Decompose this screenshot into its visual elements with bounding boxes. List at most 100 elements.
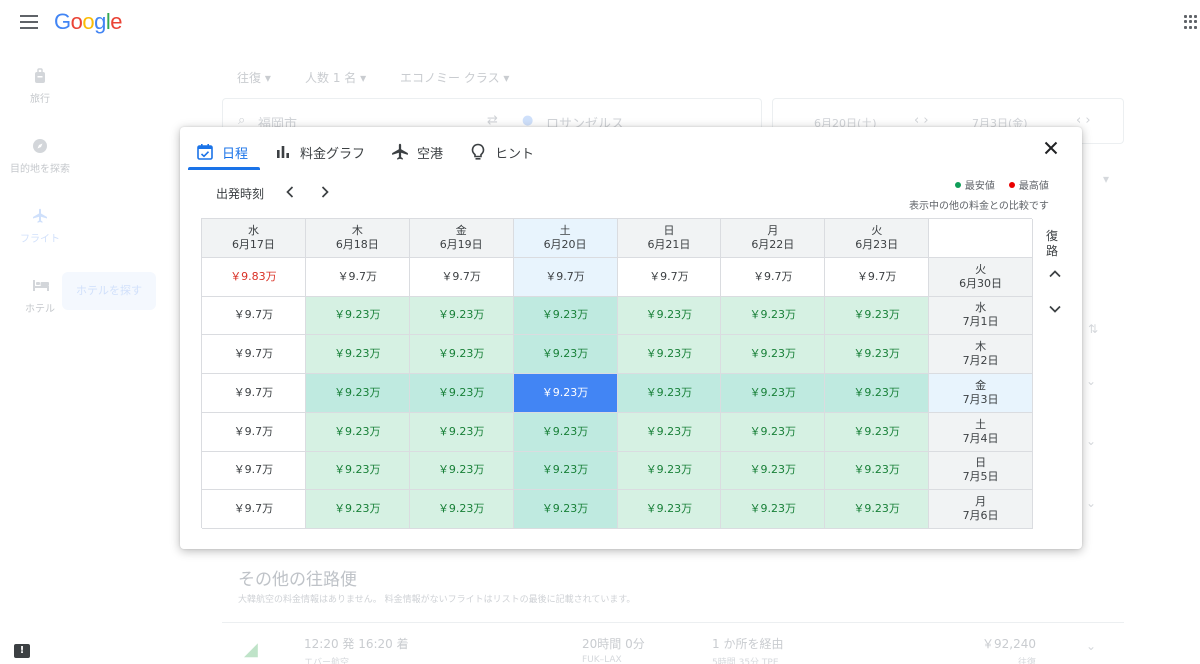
chevron-down-icon[interactable]: ▾ <box>1103 172 1109 186</box>
price-cell[interactable]: ￥9.23万 <box>409 335 514 374</box>
sidebar-item-flights[interactable]: フライト <box>0 208 80 245</box>
price-cell[interactable]: ￥9.23万 <box>721 490 826 529</box>
price-cell[interactable]: ￥9.23万 <box>825 335 930 374</box>
tab-price-graph[interactable]: 料金グラフ <box>266 135 377 169</box>
date-label: 6月30日 <box>959 276 1003 290</box>
price-cell[interactable]: ￥9.23万 <box>305 451 410 491</box>
price-cell[interactable]: ￥9.23万 <box>825 412 930 452</box>
departure-date-header[interactable]: 日 6月21日 <box>617 219 722 258</box>
departure-date-header[interactable]: 火 6月23日 <box>825 219 930 258</box>
passengers-select[interactable]: 人数 1 名 ▾ <box>305 69 366 86</box>
previous-week-button[interactable] <box>281 183 299 201</box>
next-week-button[interactable] <box>316 183 334 201</box>
price-cell[interactable]: ￥9.23万 <box>825 374 930 413</box>
sort-icon[interactable]: ⇅ <box>1088 322 1098 336</box>
departure-date-header[interactable]: 金 6月19日 <box>409 219 514 258</box>
sidebar-item-explore[interactable]: 目的地を探索 <box>0 138 87 175</box>
close-button[interactable] <box>1040 137 1062 159</box>
cabin-select[interactable]: エコノミー クラス ▾ <box>400 69 509 86</box>
chevron-down-icon[interactable]: ⌄ <box>1086 639 1096 653</box>
price-cell[interactable]: ￥9.23万 <box>721 451 826 491</box>
price-cell[interactable]: ￥9.7万 <box>202 490 306 529</box>
price-cell[interactable]: ￥9.23万 <box>721 374 826 413</box>
price-cell[interactable]: ￥9.7万 <box>202 451 306 491</box>
depart-date-arrows[interactable]: ‹ › <box>914 113 929 128</box>
price-cell[interactable]: ￥9.23万 <box>305 335 410 374</box>
price-cell[interactable]: ￥9.23万 <box>409 490 514 529</box>
price-cell[interactable]: ￥9.23万 <box>617 412 722 452</box>
chevron-down-icon[interactable]: ⌄ <box>1086 434 1096 448</box>
feedback-icon[interactable]: ! <box>14 644 30 658</box>
price-cell[interactable]: ￥9.23万 <box>721 335 826 374</box>
price-cell[interactable]: ￥9.23万 <box>617 335 722 374</box>
swap-icon[interactable]: ⇄ <box>487 113 498 128</box>
departure-date-header[interactable]: 木 6月18日 <box>305 219 410 258</box>
price-cell[interactable]: ￥9.7万 <box>409 257 514 297</box>
date-label: 7月6日 <box>962 509 999 523</box>
return-date-header[interactable]: 火 6月30日 <box>929 257 1033 297</box>
price-cell[interactable]: ￥9.23万 <box>409 296 514 336</box>
trip-type-select[interactable]: 往復 ▾ <box>237 69 271 86</box>
price-cell[interactable]: ￥9.7万 <box>513 257 618 297</box>
return-date-header[interactable]: 水 7月1日 <box>929 296 1033 336</box>
price-cell[interactable]: ￥9.23万 <box>721 296 826 336</box>
chevron-up-icon <box>1049 270 1061 278</box>
chevron-down-icon[interactable]: ⌄ <box>1086 496 1096 510</box>
price-cell[interactable]: ￥9.7万 <box>721 257 826 297</box>
price-cell[interactable]: ￥9.23万 <box>617 490 722 529</box>
price-cell[interactable]: ￥9.23万 <box>617 451 722 491</box>
tab-dates[interactable]: 日程 <box>188 135 261 170</box>
price-cell[interactable]: ￥9.23万 <box>513 296 618 336</box>
price-cell[interactable]: ￥9.7万 <box>202 335 306 374</box>
price-cell[interactable]: ￥9.83万 <box>202 257 306 297</box>
price-cell[interactable]: ￥9.23万 <box>513 451 618 491</box>
tab-tips[interactable]: ヒント <box>461 135 546 169</box>
price-cell[interactable]: ￥9.7万 <box>825 257 930 297</box>
apps-grid-icon[interactable] <box>1184 15 1198 29</box>
price-cell[interactable]: ￥9.23万 <box>513 374 618 413</box>
departure-date-header[interactable]: 月 6月22日 <box>721 219 826 258</box>
price-cell[interactable]: ￥9.7万 <box>202 412 306 452</box>
return-date-header[interactable]: 木 7月2日 <box>929 335 1033 374</box>
price-cell[interactable]: ￥9.23万 <box>825 490 930 529</box>
price-cell[interactable]: ￥9.23万 <box>825 451 930 491</box>
price-cell[interactable]: ￥9.23万 <box>409 374 514 413</box>
price-cell[interactable]: ￥9.23万 <box>617 374 722 413</box>
flight-price: ￥92,240 <box>982 637 1036 651</box>
price-cell[interactable]: ￥9.23万 <box>305 490 410 529</box>
previous-return-button[interactable] <box>1046 265 1064 283</box>
chevron-down-icon[interactable]: ⌄ <box>1086 374 1096 388</box>
return-date-header[interactable]: 月 7月6日 <box>929 490 1033 529</box>
price-cell[interactable]: ￥9.7万 <box>202 374 306 413</box>
price-cell[interactable]: ￥9.23万 <box>825 296 930 336</box>
price-cell[interactable]: ￥9.7万 <box>305 257 410 297</box>
price-cell[interactable]: ￥9.23万 <box>409 451 514 491</box>
price-cell[interactable]: ￥9.23万 <box>513 335 618 374</box>
price-cell[interactable]: ￥9.23万 <box>513 490 618 529</box>
price-cell[interactable]: ￥9.23万 <box>617 296 722 336</box>
price-cell[interactable]: ￥9.23万 <box>305 296 410 336</box>
price-cell[interactable]: ￥9.23万 <box>513 412 618 452</box>
google-logo[interactable]: Google <box>54 9 123 35</box>
price-cell[interactable]: ￥9.23万 <box>409 412 514 452</box>
sidebar-item-travel[interactable]: 旅行 <box>0 68 80 105</box>
price-cell[interactable]: ￥9.23万 <box>721 412 826 452</box>
price-cell[interactable]: ￥9.23万 <box>305 374 410 413</box>
bar-chart-icon <box>274 143 292 161</box>
return-date-header[interactable]: 金 7月3日 <box>929 374 1033 413</box>
find-hotels-button[interactable]: ホテルを探す <box>62 272 156 310</box>
price-cell[interactable]: ￥9.23万 <box>305 412 410 452</box>
flight-result-row[interactable]: ◢ 12:20 発 16:20 着 エバー航空 20時間 0分 FUK–LAX … <box>222 622 1124 664</box>
departure-date-header[interactable]: 水 6月17日 <box>202 219 306 258</box>
return-date-arrows[interactable]: ‹ › <box>1076 113 1091 128</box>
logo-letter: e <box>110 9 123 34</box>
departure-date-header[interactable]: 土 6月20日 <box>513 219 618 258</box>
location-pin-icon: ● <box>522 113 534 128</box>
return-date-header[interactable]: 土 7月4日 <box>929 412 1033 452</box>
menu-icon[interactable] <box>20 15 38 29</box>
tab-airports[interactable]: 空港 <box>383 135 455 169</box>
price-cell[interactable]: ￥9.7万 <box>617 257 722 297</box>
return-date-header[interactable]: 日 7月5日 <box>929 451 1033 491</box>
price-cell[interactable]: ￥9.7万 <box>202 296 306 336</box>
next-return-button[interactable] <box>1046 300 1064 318</box>
